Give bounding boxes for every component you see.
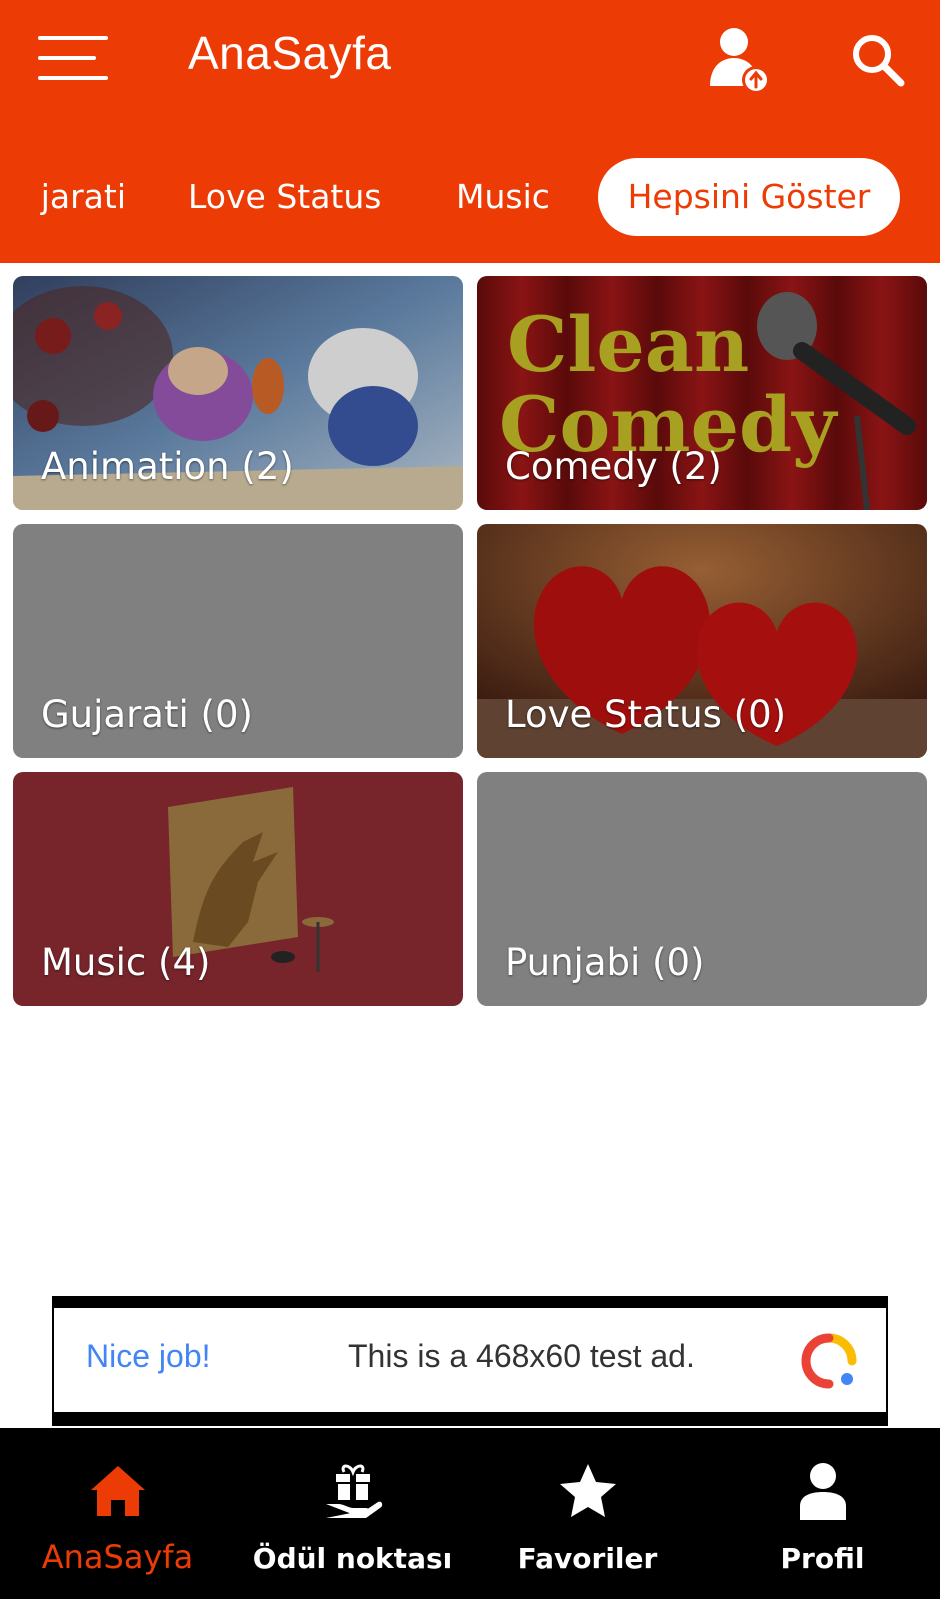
category-label: Comedy (2) [505, 445, 722, 488]
comedy-image-line1: Clean [507, 300, 749, 389]
chip-gujarati[interactable]: Gujarati [38, 158, 138, 236]
category-tile-punjabi[interactable]: Punjabi (0) [477, 772, 927, 1006]
nav-label: AnaSayfa [41, 1538, 194, 1576]
category-tile-comedy[interactable]: Clean Comedy Comedy (2) [477, 276, 927, 510]
nav-profile[interactable]: Profil [705, 1428, 940, 1599]
user-icon [799, 1463, 846, 1520]
category-label: Animation (2) [41, 445, 294, 488]
category-label: Punjabi (0) [505, 941, 705, 984]
ads-logo-icon [801, 1333, 857, 1389]
ad-description: This is a 468x60 test ad. [348, 1338, 695, 1374]
category-tile-gujarati[interactable]: Gujarati (0) [13, 524, 463, 758]
nav-favorites[interactable]: Favoriler [470, 1428, 705, 1599]
category-tile-animation[interactable]: Animation (2) [13, 276, 463, 510]
nav-label: Ödül noktası [252, 1542, 453, 1575]
nav-label: Favoriler [517, 1542, 658, 1575]
chip-music[interactable]: Music [456, 158, 550, 236]
gift-icon [325, 1464, 382, 1518]
ad-banner: Nice job! This is a 468x60 test ad. [52, 1296, 888, 1426]
category-label: Love Status (0) [505, 693, 787, 736]
chip-love-status[interactable]: Love Status [188, 158, 381, 236]
star-icon [559, 1464, 616, 1517]
nav-label: Profil [780, 1542, 865, 1575]
search-icon[interactable] [850, 32, 906, 88]
page-title: AnaSayfa [188, 27, 392, 79]
nav-reward-points[interactable]: Ödül noktası [235, 1428, 470, 1599]
category-tile-love-status[interactable]: Love Status (0) [477, 524, 927, 758]
app-header: AnaSayfa Gujarati Love Status Music Heps… [0, 0, 940, 263]
show-all-button[interactable]: Hepsini Göster [598, 158, 900, 236]
home-icon [90, 1466, 145, 1516]
nav-home[interactable]: AnaSayfa [0, 1428, 235, 1599]
category-tile-music[interactable]: Music (4) [13, 772, 463, 1006]
bottom-navigation: AnaSayfa Ödül noktası Favoriler Profil [0, 1428, 940, 1599]
category-chips: Gujarati Love Status Music Hepsini Göste… [0, 158, 940, 240]
ad-nice-text: Nice job! [86, 1338, 211, 1374]
category-label: Gujarati (0) [41, 693, 253, 736]
menu-icon[interactable] [38, 34, 110, 84]
user-upload-icon[interactable] [706, 24, 776, 96]
test-ad[interactable]: Nice job! This is a 468x60 test ad. [54, 1308, 886, 1412]
category-label: Music (4) [41, 941, 211, 984]
